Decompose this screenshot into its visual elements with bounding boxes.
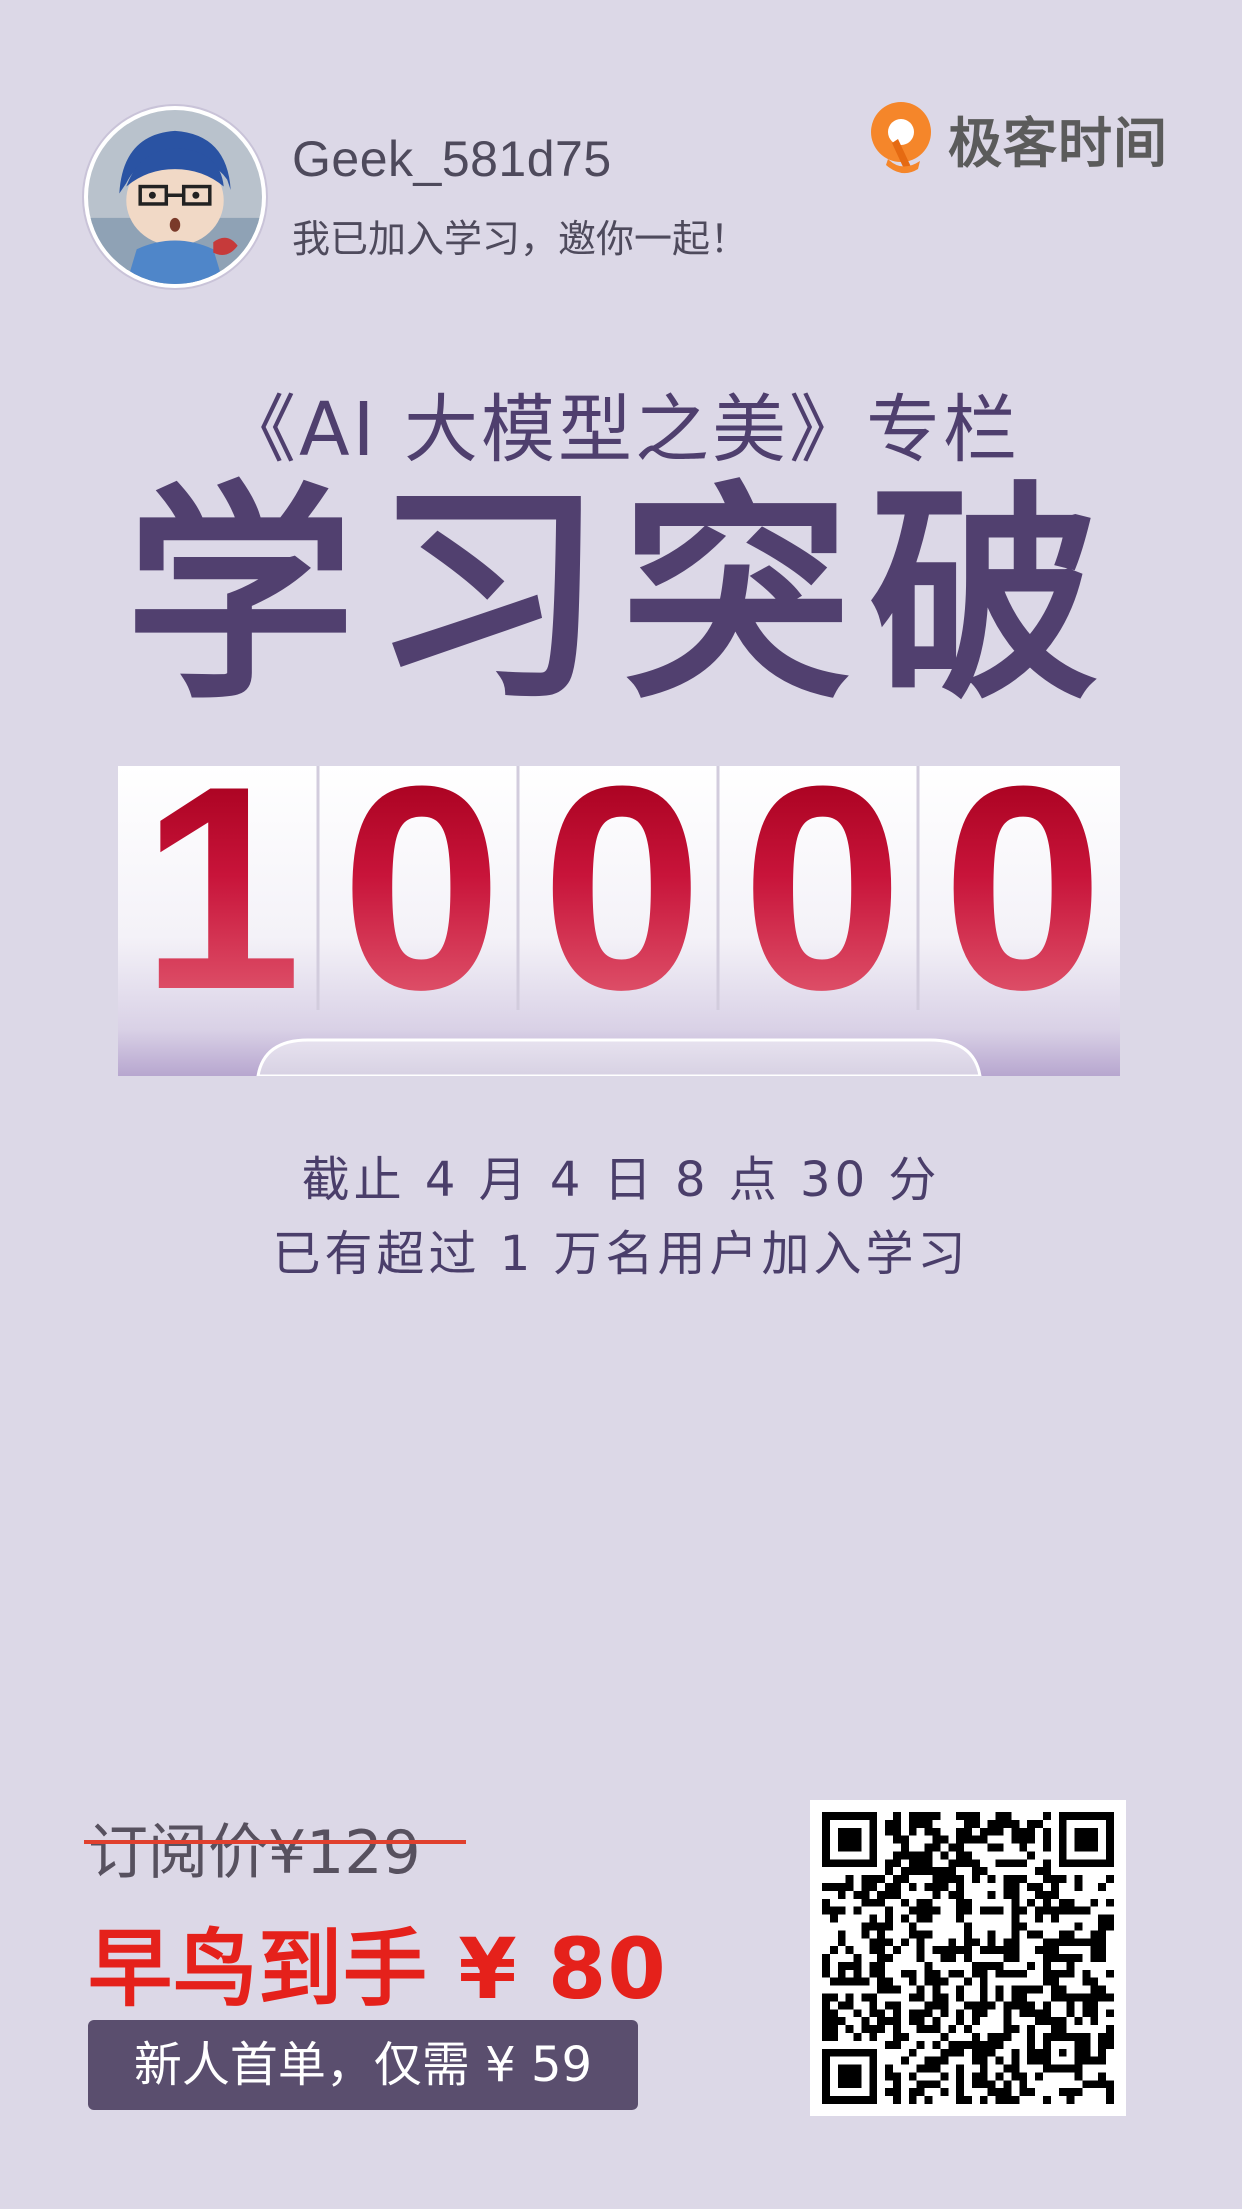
original-price: 订阅价¥129 xyxy=(84,1804,466,1891)
counter-digits: 1 0 0 0 0 xyxy=(118,743,1120,1033)
counter-digit: 0 xyxy=(719,743,919,1033)
counter-digit: 0 xyxy=(519,743,719,1033)
strikethrough-line xyxy=(84,1840,466,1844)
user-name: Geek_581d75 xyxy=(292,131,612,187)
original-price-text: 订阅价¥129 xyxy=(88,1818,421,1888)
learner-counter: 1 0 0 0 0 xyxy=(118,743,1120,1076)
brand-name: 极客时间 xyxy=(948,111,1168,175)
geektime-logo-icon xyxy=(871,102,931,174)
avatar-image xyxy=(88,110,262,284)
column-title: 《AI 大模型之美》专栏 xyxy=(222,387,1020,473)
headline-main: 学习突破 xyxy=(124,464,1117,731)
early-bird-price: 早鸟到手 ¥ 80 xyxy=(88,1920,667,2018)
newbie-offer-badge: 新人首单，仅需 ¥ 59 xyxy=(88,2020,638,2110)
brand-logo: 极客时间 xyxy=(868,98,1168,178)
invite-slogan: 我已加入学习，邀你一起！ xyxy=(292,217,749,261)
stat-learners: 已有超过 1 万名用户加入学习 xyxy=(272,1226,970,1282)
avatar xyxy=(84,106,266,288)
counter-digit: 1 xyxy=(118,743,318,1033)
qr-code-icon xyxy=(822,1812,1114,2104)
counter-digit: 0 xyxy=(318,743,518,1033)
qr-code[interactable] xyxy=(810,1800,1126,2116)
stat-deadline: 截止 4 月 4 日 8 点 30 分 xyxy=(301,1152,941,1208)
counter-digit: 0 xyxy=(920,743,1120,1033)
